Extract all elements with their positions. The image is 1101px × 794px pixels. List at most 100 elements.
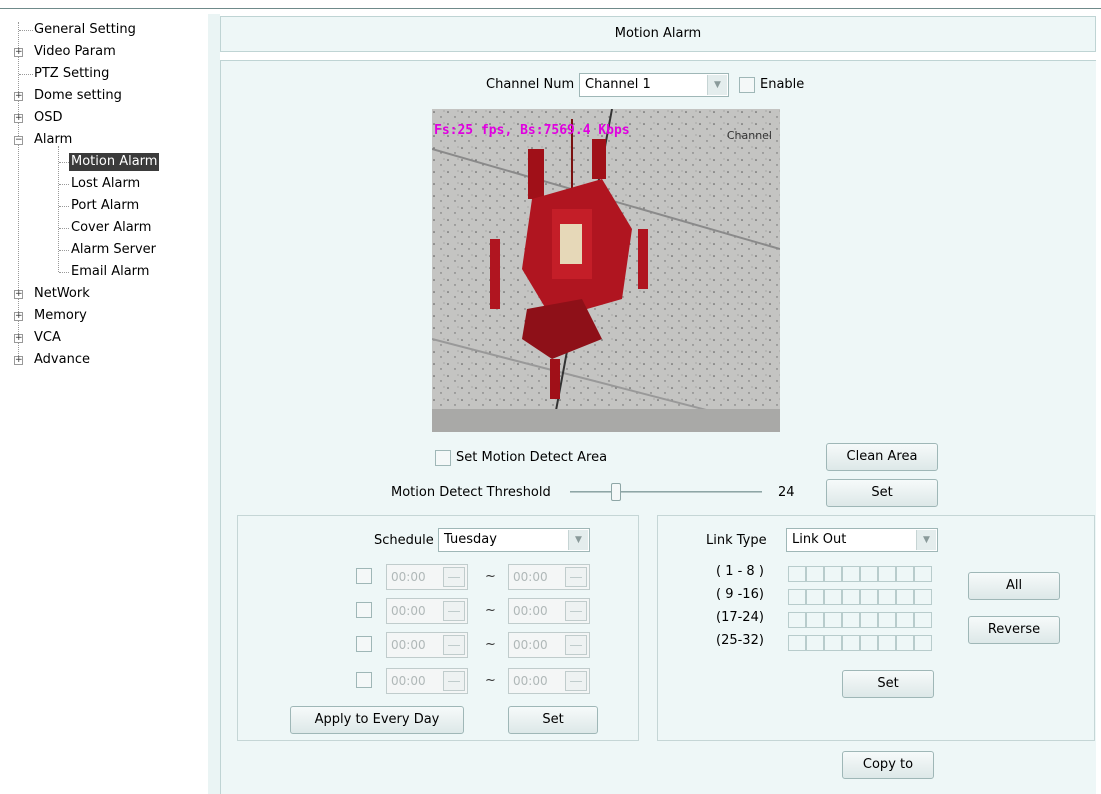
schedule-start-time[interactable]: 00:00 — [386, 668, 468, 694]
output-cell[interactable] — [788, 566, 806, 582]
output-cell[interactable] — [914, 589, 932, 605]
link-type-select[interactable]: Link Out ▼ — [786, 528, 938, 552]
schedule-end-time[interactable]: 00:00 — [508, 598, 590, 624]
expand-icon[interactable]: + — [14, 334, 23, 343]
schedule-day-select[interactable]: Tuesday ▼ — [438, 528, 590, 552]
output-cell[interactable] — [806, 566, 824, 582]
output-cell[interactable] — [860, 612, 878, 628]
output-cell[interactable] — [824, 612, 842, 628]
expand-icon[interactable]: + — [14, 48, 23, 57]
spinner-icon[interactable] — [565, 601, 587, 621]
tree-item-email-alarm[interactable]: Email Alarm — [71, 263, 149, 281]
copy-to-button[interactable]: Copy to — [842, 751, 934, 779]
tree-item-osd[interactable]: OSD — [34, 109, 63, 127]
tree-item-video-param[interactable]: Video Param — [34, 43, 116, 61]
tree-item-alarm-server[interactable]: Alarm Server — [71, 241, 156, 259]
tree-line — [18, 22, 19, 360]
reverse-button[interactable]: Reverse — [968, 616, 1060, 644]
schedule-end-time[interactable]: 00:00 — [508, 668, 590, 694]
clean-area-button[interactable]: Clean Area — [826, 443, 938, 471]
output-cell[interactable] — [788, 635, 806, 651]
link-set-button[interactable]: Set — [842, 670, 934, 698]
range-separator: ~ — [485, 569, 496, 584]
collapse-icon[interactable]: − — [14, 136, 23, 145]
schedule-start-time[interactable]: 00:00 — [386, 598, 468, 624]
output-cell[interactable] — [878, 612, 896, 628]
output-cells-1-8[interactable] — [788, 566, 932, 582]
tree-item-memory[interactable]: Memory — [34, 307, 87, 325]
spinner-icon[interactable] — [443, 567, 465, 587]
output-cells-25-32[interactable] — [788, 635, 932, 651]
output-cell[interactable] — [914, 612, 932, 628]
channel-select[interactable]: Channel 1 ▼ — [579, 73, 729, 97]
output-cell[interactable] — [896, 612, 914, 628]
time-value: 00:00 — [391, 604, 426, 618]
threshold-slider-thumb[interactable] — [611, 483, 621, 501]
tree-item-ptz-setting[interactable]: PTZ Setting — [34, 65, 109, 83]
tree-item-port-alarm[interactable]: Port Alarm — [71, 197, 139, 215]
spinner-icon[interactable] — [443, 671, 465, 691]
output-cell[interactable] — [896, 635, 914, 651]
tree-item-advance[interactable]: Advance — [34, 351, 90, 369]
tree-item-network[interactable]: NetWork — [34, 285, 90, 303]
output-cell[interactable] — [824, 635, 842, 651]
output-cell[interactable] — [842, 589, 860, 605]
schedule-start-time[interactable]: 00:00 — [386, 564, 468, 590]
output-cell[interactable] — [806, 589, 824, 605]
output-cell[interactable] — [806, 635, 824, 651]
spinner-icon[interactable] — [443, 601, 465, 621]
spinner-icon[interactable] — [565, 671, 587, 691]
output-cell[interactable] — [824, 589, 842, 605]
output-cell[interactable] — [878, 589, 896, 605]
output-cell[interactable] — [878, 566, 896, 582]
tree-item-motion-alarm[interactable]: Motion Alarm — [69, 153, 160, 171]
schedule-row-checkbox[interactable] — [356, 568, 372, 584]
expand-icon[interactable]: + — [14, 290, 23, 299]
tree-item-lost-alarm[interactable]: Lost Alarm — [71, 175, 140, 193]
output-cell[interactable] — [896, 589, 914, 605]
schedule-row-checkbox[interactable] — [356, 672, 372, 688]
output-cell[interactable] — [914, 566, 932, 582]
output-cells-17-24[interactable] — [788, 612, 932, 628]
schedule-end-time[interactable]: 00:00 — [508, 632, 590, 658]
threshold-set-button[interactable]: Set — [826, 479, 938, 507]
output-cell[interactable] — [860, 566, 878, 582]
output-cell[interactable] — [914, 635, 932, 651]
spinner-icon[interactable] — [565, 635, 587, 655]
output-cell[interactable] — [788, 589, 806, 605]
expand-icon[interactable]: + — [14, 114, 23, 123]
threshold-slider-track[interactable] — [570, 491, 762, 493]
output-cell[interactable] — [806, 612, 824, 628]
output-cell[interactable] — [860, 589, 878, 605]
output-cell[interactable] — [860, 635, 878, 651]
tree-item-general-setting[interactable]: General Setting — [34, 21, 136, 39]
spinner-icon[interactable] — [443, 635, 465, 655]
expand-icon[interactable]: + — [14, 92, 23, 101]
schedule-start-time[interactable]: 00:00 — [386, 632, 468, 658]
output-cell[interactable] — [842, 635, 860, 651]
output-cell[interactable] — [842, 566, 860, 582]
output-cell[interactable] — [878, 635, 896, 651]
schedule-row-checkbox[interactable] — [356, 602, 372, 618]
tree-item-alarm[interactable]: Alarm — [34, 131, 72, 149]
video-preview[interactable]: Fs:25 fps, Bs:7569.4 Kbps Channel — [432, 109, 780, 432]
all-button[interactable]: All — [968, 572, 1060, 600]
tree-item-vca[interactable]: VCA — [34, 329, 61, 347]
output-cells-9-16[interactable] — [788, 589, 932, 605]
schedule-end-time[interactable]: 00:00 — [508, 564, 590, 590]
output-cell[interactable] — [824, 566, 842, 582]
output-cell[interactable] — [896, 566, 914, 582]
output-cell[interactable] — [842, 612, 860, 628]
schedule-row-checkbox[interactable] — [356, 636, 372, 652]
output-cell[interactable] — [788, 612, 806, 628]
apply-every-day-button[interactable]: Apply to Every Day — [290, 706, 464, 734]
set-motion-area-checkbox[interactable] — [435, 450, 451, 466]
spinner-icon[interactable] — [565, 567, 587, 587]
schedule-set-button[interactable]: Set — [508, 706, 598, 734]
expand-icon[interactable]: + — [14, 312, 23, 321]
enable-checkbox[interactable] — [739, 77, 755, 93]
expand-icon[interactable]: + — [14, 356, 23, 365]
schedule-group: Schedule Tuesday ▼ 00:00 ~ 00:00 00:00 ~… — [237, 515, 639, 741]
tree-item-cover-alarm[interactable]: Cover Alarm — [71, 219, 151, 237]
tree-item-dome-setting[interactable]: Dome setting — [34, 87, 122, 105]
